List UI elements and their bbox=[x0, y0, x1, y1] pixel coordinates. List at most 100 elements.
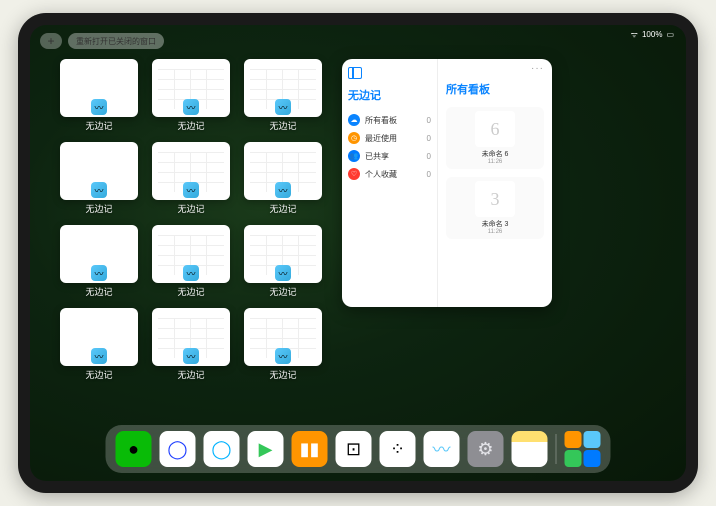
board-time: 11:26 bbox=[488, 229, 503, 235]
window-thumb[interactable]: 〰 bbox=[152, 59, 230, 117]
freeform-app-icon: 〰 bbox=[183, 182, 199, 198]
freeform-app-icon: 〰 bbox=[183, 265, 199, 281]
window-thumb[interactable]: 〰 bbox=[60, 59, 138, 117]
window-thumbnail[interactable]: 〰无边记 bbox=[152, 59, 230, 132]
board-card[interactable]: 3 未命名 311:26 bbox=[446, 177, 544, 239]
sidebar-item-label: 所有看板 bbox=[365, 115, 397, 126]
expose-area: 〰无边记〰无边记〰无边记〰无边记〰无边记〰无边记〰无边记〰无边记〰无边记〰无边记… bbox=[60, 59, 656, 419]
dice-app-icon[interactable]: ⊡ bbox=[336, 431, 372, 467]
sidebar-item[interactable]: ♡ 个人收藏 0 bbox=[348, 165, 431, 183]
window-thumbnail[interactable]: 〰无边记 bbox=[60, 59, 138, 132]
sidebar-toggle-icon[interactable] bbox=[348, 67, 362, 79]
video-app-icon[interactable]: ▶ bbox=[248, 431, 284, 467]
sidebar-item-count: 0 bbox=[427, 152, 431, 161]
freeform-app-icon: 〰 bbox=[275, 182, 291, 198]
个人收藏-icon: ♡ bbox=[348, 168, 360, 180]
preview-main: ··· 所有看板 6未命名 611:263未命名 311:26 bbox=[438, 59, 552, 307]
quark-app-icon[interactable]: ◯ bbox=[160, 431, 196, 467]
wechat-app-icon[interactable]: ● bbox=[116, 431, 152, 467]
window-thumbnail[interactable]: 〰无边记 bbox=[244, 308, 322, 381]
freeform-app-icon: 〰 bbox=[275, 348, 291, 364]
freeform-app-icon: 〰 bbox=[275, 99, 291, 115]
board-card[interactable]: 6 未命名 611:26 bbox=[446, 107, 544, 169]
recent-apps-icon[interactable] bbox=[565, 431, 601, 467]
board-time: 11:26 bbox=[488, 159, 503, 165]
window-label: 无边记 bbox=[269, 202, 296, 215]
window-thumb[interactable]: 〰 bbox=[60, 225, 138, 283]
sidebar-item[interactable]: 👥 已共享 0 bbox=[348, 147, 431, 165]
browser-app-icon[interactable]: ◯ bbox=[204, 431, 240, 467]
more-icon[interactable]: ··· bbox=[531, 63, 544, 74]
status-bar: ᯤ 100% ▭ bbox=[631, 29, 674, 40]
window-thumbnail[interactable]: 〰无边记 bbox=[152, 308, 230, 381]
window-label: 无边记 bbox=[177, 119, 204, 132]
pattern-app-icon[interactable]: ⁘ bbox=[380, 431, 416, 467]
window-thumbnail[interactable]: 〰无边记 bbox=[60, 225, 138, 298]
sidebar-item-count: 0 bbox=[427, 170, 431, 179]
window-thumb[interactable]: 〰 bbox=[60, 308, 138, 366]
freeform-app-icon[interactable]: 〰 bbox=[424, 431, 460, 467]
window-thumbnail[interactable]: 〰无边记 bbox=[152, 225, 230, 298]
ipad-frame: ᯤ 100% ▭ + 重新打开已关闭的窗口 〰无边记〰无边记〰无边记〰无边记〰无… bbox=[18, 13, 698, 493]
freeform-app-icon: 〰 bbox=[91, 265, 107, 281]
window-thumb[interactable]: 〰 bbox=[152, 225, 230, 283]
preview-sidebar: 无边记 ☁ 所有看板 0 ◷ 最近使用 0 👥 已共享 0 ♡ 个人收藏 0 bbox=[342, 59, 438, 307]
window-thumbnail[interactable]: 〰无边记 bbox=[244, 59, 322, 132]
window-label: 无边记 bbox=[177, 202, 204, 215]
add-button[interactable]: + bbox=[40, 33, 62, 49]
dock: ●◯◯▶▮▮⊡⁘〰⚙ bbox=[106, 425, 611, 473]
所有看板-icon: ☁ bbox=[348, 114, 360, 126]
reopen-closed-window-button[interactable]: 重新打开已关闭的窗口 bbox=[68, 33, 164, 49]
freeform-app-icon: 〰 bbox=[183, 99, 199, 115]
window-grid: 〰无边记〰无边记〰无边记〰无边记〰无边记〰无边记〰无边记〰无边记〰无边记〰无边记… bbox=[60, 59, 322, 419]
sidebar-item[interactable]: ◷ 最近使用 0 bbox=[348, 129, 431, 147]
sidebar-item-label: 个人收藏 bbox=[365, 169, 397, 180]
window-thumb[interactable]: 〰 bbox=[152, 308, 230, 366]
window-label: 无边记 bbox=[85, 119, 112, 132]
window-label: 无边记 bbox=[177, 368, 204, 381]
window-thumb[interactable]: 〰 bbox=[244, 142, 322, 200]
window-thumbnail[interactable]: 〰无边记 bbox=[60, 308, 138, 381]
dock-separator bbox=[556, 434, 557, 464]
最近使用-icon: ◷ bbox=[348, 132, 360, 144]
window-label: 无边记 bbox=[85, 202, 112, 215]
preview-app-title: 无边记 bbox=[348, 87, 431, 103]
window-label: 无边记 bbox=[85, 368, 112, 381]
freeform-app-icon: 〰 bbox=[183, 348, 199, 364]
notes-app-icon[interactable] bbox=[512, 431, 548, 467]
window-thumb[interactable]: 〰 bbox=[244, 225, 322, 283]
books-app-icon[interactable]: ▮▮ bbox=[292, 431, 328, 467]
freeform-app-icon: 〰 bbox=[91, 348, 107, 364]
window-label: 无边记 bbox=[269, 119, 296, 132]
board-name: 未命名 3 bbox=[482, 219, 509, 229]
freeform-preview-window[interactable]: 无边记 ☁ 所有看板 0 ◷ 最近使用 0 👥 已共享 0 ♡ 个人收藏 0 ··· 所有看板 6 未命… bbox=[342, 59, 552, 307]
sidebar-item[interactable]: ☁ 所有看板 0 bbox=[348, 111, 431, 129]
wifi-icon: ᯤ bbox=[631, 29, 638, 40]
window-thumb[interactable]: 〰 bbox=[244, 59, 322, 117]
window-thumb[interactable]: 〰 bbox=[60, 142, 138, 200]
window-label: 无边记 bbox=[177, 285, 204, 298]
window-label: 无边记 bbox=[269, 285, 296, 298]
已共享-icon: 👥 bbox=[348, 150, 360, 162]
sidebar-item-label: 已共享 bbox=[365, 151, 389, 162]
sidebar-item-count: 0 bbox=[427, 134, 431, 143]
window-thumb[interactable]: 〰 bbox=[244, 308, 322, 366]
top-controls: + 重新打开已关闭的窗口 bbox=[40, 33, 164, 49]
freeform-app-icon: 〰 bbox=[91, 99, 107, 115]
window-label: 无边记 bbox=[269, 368, 296, 381]
window-thumbnail[interactable]: 〰无边记 bbox=[244, 225, 322, 298]
board-thumbnail: 3 bbox=[475, 181, 515, 217]
window-label: 无边记 bbox=[85, 285, 112, 298]
window-thumbnail[interactable]: 〰无边记 bbox=[244, 142, 322, 215]
sidebar-item-label: 最近使用 bbox=[365, 133, 397, 144]
board-thumbnail: 6 bbox=[475, 111, 515, 147]
window-thumbnail[interactable]: 〰无边记 bbox=[60, 142, 138, 215]
sidebar-item-count: 0 bbox=[427, 116, 431, 125]
board-name: 未命名 6 bbox=[482, 149, 509, 159]
battery-icon: ▭ bbox=[666, 30, 674, 39]
freeform-app-icon: 〰 bbox=[91, 182, 107, 198]
settings-app-icon[interactable]: ⚙ bbox=[468, 431, 504, 467]
battery-label: 100% bbox=[642, 30, 662, 39]
window-thumb[interactable]: 〰 bbox=[152, 142, 230, 200]
window-thumbnail[interactable]: 〰无边记 bbox=[152, 142, 230, 215]
